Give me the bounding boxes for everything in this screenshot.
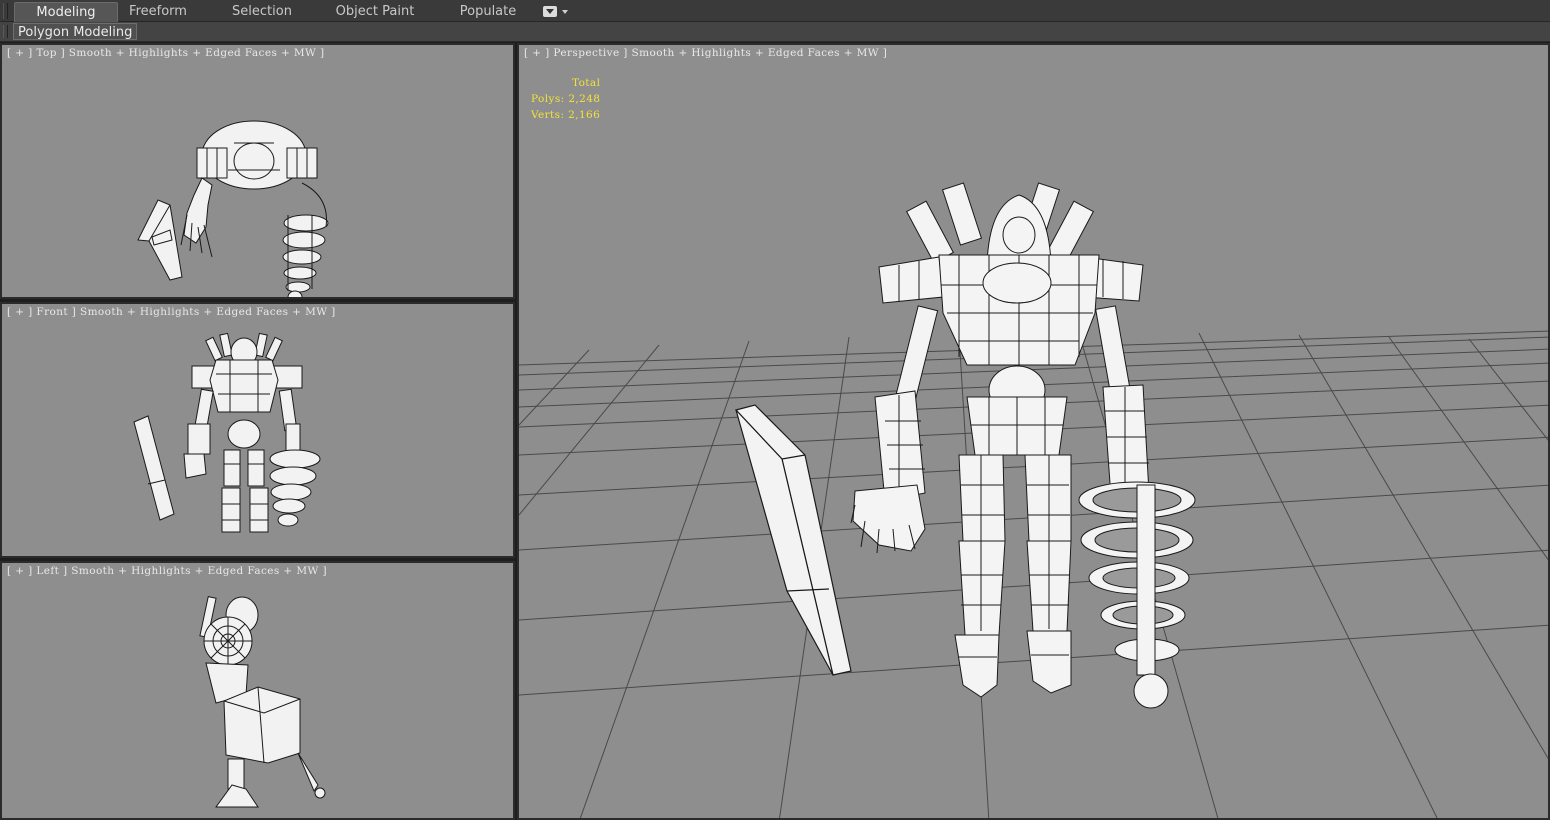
- left-viewport-label[interactable]: [ + ] Left ] Smooth + Highlights + Edged…: [7, 565, 327, 577]
- ribbon-panel: Polygon Modeling: [0, 22, 1550, 42]
- ribbon-tab-bar: Modeling Freeform Selection Object Paint…: [0, 0, 1550, 22]
- ribbon-options-dropdown[interactable]: [543, 5, 569, 19]
- viewport-front[interactable]: [ + ] Front ] Smooth + Highlights + Edge…: [0, 302, 515, 558]
- stats-header: Total: [572, 77, 601, 89]
- tab-selection[interactable]: Selection: [222, 2, 302, 22]
- front-view-model: [133, 332, 321, 533]
- front-viewport-label[interactable]: [ + ] Front ] Smooth + Highlights + Edge…: [7, 306, 336, 318]
- top-viewport-label[interactable]: [ + ] Top ] Smooth + Highlights + Edged …: [7, 47, 324, 59]
- polys-value: 2,248: [568, 93, 601, 105]
- tab-populate[interactable]: Populate: [450, 2, 526, 22]
- top-view-model: [137, 120, 329, 297]
- verts-value: 2,166: [568, 109, 601, 121]
- panel-grip[interactable]: [3, 25, 8, 38]
- tab-object-paint[interactable]: Object Paint: [330, 2, 420, 22]
- ribbon-grip[interactable]: [3, 3, 8, 19]
- viewport-perspective[interactable]: [ + ] Perspective ] Smooth + Highlights …: [517, 43, 1550, 820]
- polygon-modeling-button[interactable]: Polygon Modeling: [13, 23, 138, 40]
- perspective-viewport-label[interactable]: [ + ] Perspective ] Smooth + Highlights …: [524, 47, 887, 59]
- viewport-left[interactable]: [ + ] Left ] Smooth + Highlights + Edged…: [0, 561, 515, 820]
- polys-label: Polys:: [531, 93, 565, 105]
- ribbon-menu-icon: [543, 6, 557, 17]
- chevron-down-icon: [562, 10, 568, 14]
- robot-mesh: [850, 182, 1196, 709]
- perspective-view-model: [519, 182, 1548, 818]
- left-view-model: [199, 596, 326, 808]
- stats-polys-row: Polys: 2,248: [531, 91, 600, 107]
- viewport-top[interactable]: [ + ] Top ] Smooth + Highlights + Edged …: [0, 43, 515, 299]
- stats-verts-row: Verts: 2,166: [531, 107, 600, 123]
- tab-freeform[interactable]: Freeform: [118, 2, 198, 22]
- tab-modeling[interactable]: Modeling: [14, 2, 118, 22]
- verts-label: Verts:: [531, 109, 565, 121]
- statistics-overlay: Total Polys: 2,248 Verts: 2,166: [531, 75, 600, 123]
